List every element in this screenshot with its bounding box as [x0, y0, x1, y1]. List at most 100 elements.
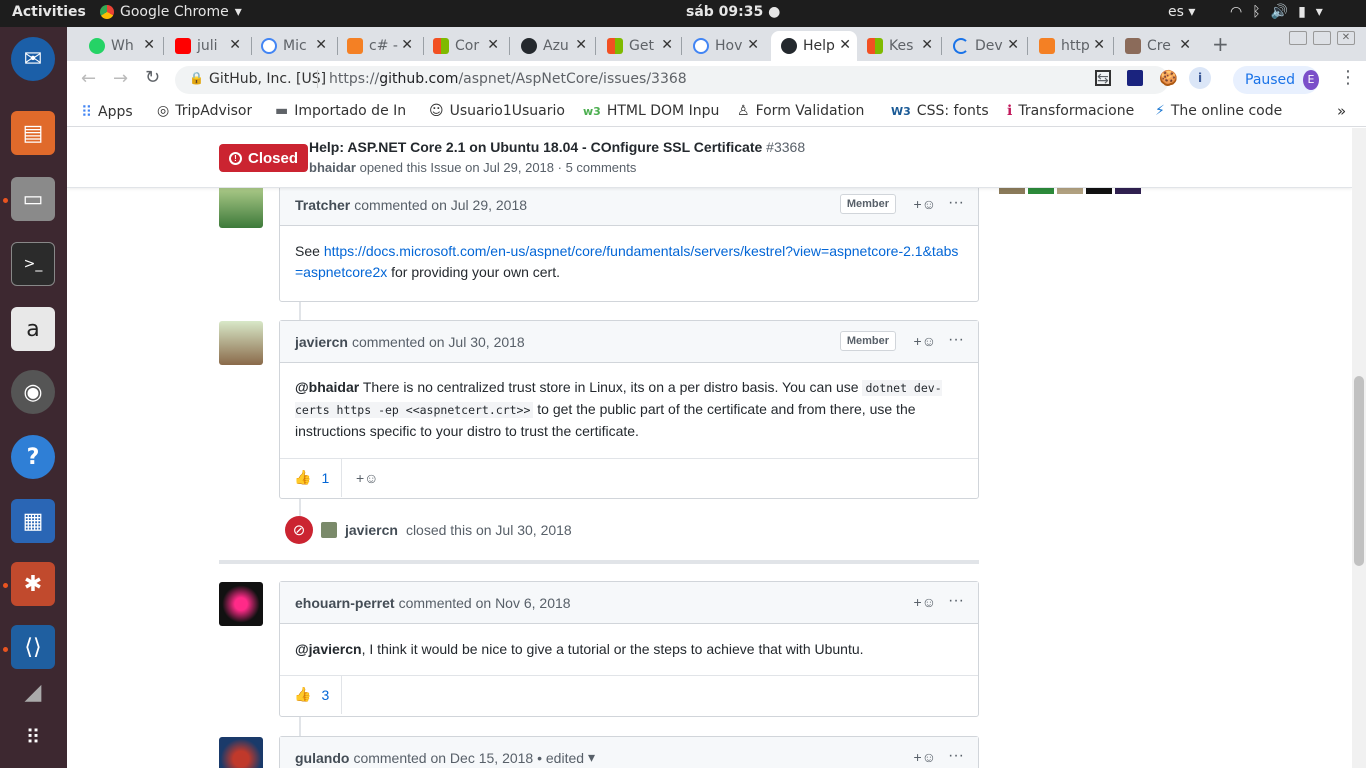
event-actor[interactable]: javiercn [345, 522, 398, 538]
address-bar[interactable]: 🔒 GitHub, Inc. [US] https://github.com/a… [175, 66, 1169, 94]
avatar[interactable] [219, 582, 263, 626]
close-tab-icon[interactable]: ✕ [575, 37, 587, 53]
files-icon[interactable]: ▭ [11, 177, 55, 221]
show-apps-icon[interactable]: ⠿ [11, 715, 55, 759]
close-tab-icon[interactable]: ✕ [921, 37, 933, 53]
bookmark-transformaciones[interactable]: ℹ Transformacione [1007, 103, 1139, 119]
bookmark-tripadvisor[interactable]: ◎ TripAdvisor [157, 103, 252, 119]
close-tab-icon[interactable]: ✕ [229, 37, 241, 53]
volume-icon: 🔊 [1270, 4, 1289, 20]
comment-author[interactable]: Tratcher [295, 197, 350, 213]
maximize-button[interactable] [1313, 31, 1331, 45]
add-reaction-icon[interactable]: +☺ [914, 749, 936, 765]
more-options-icon[interactable]: ··· [948, 331, 964, 349]
language-indicator[interactable]: es ▾ [1168, 4, 1195, 20]
settings-tools-icon[interactable]: ✱ [11, 562, 55, 606]
profile-button[interactable]: Paused E [1233, 66, 1319, 94]
close-tab-icon[interactable]: ✕ [143, 37, 155, 53]
terminal-icon[interactable]: >_ [11, 242, 55, 286]
close-tab-icon[interactable]: ✕ [1093, 37, 1105, 53]
scrollbar-thumb[interactable] [1354, 376, 1364, 566]
add-reaction-icon[interactable]: +☺ [342, 470, 378, 486]
cookie-icon[interactable]: 🍪 [1159, 69, 1178, 87]
tab[interactable]: c# - ✕ [337, 31, 419, 61]
tab[interactable]: Hov ✕ [683, 31, 765, 61]
close-tab-icon[interactable]: ✕ [1179, 37, 1191, 53]
menu-icon[interactable]: ⋮ [1339, 67, 1357, 88]
toolbar: ← → ↻ 🔒 GitHub, Inc. [US] https://github… [67, 61, 1366, 97]
impress-icon[interactable]: ▤ [11, 111, 55, 155]
mention[interactable]: @bhaidar [295, 379, 359, 395]
bookmark-form-validation[interactable]: ♙ Form Validation [737, 103, 877, 119]
thunderbird-icon[interactable]: ✉ [11, 37, 55, 81]
comment-author[interactable]: javiercn [295, 334, 348, 350]
close-tab-icon[interactable]: ✕ [487, 37, 499, 53]
avatar[interactable] [219, 737, 263, 768]
back-icon[interactable]: ← [81, 68, 96, 89]
clock[interactable]: sáb 09:35 ● [686, 4, 780, 20]
issue-author[interactable]: bhaidar [309, 160, 356, 175]
bookmark-html-dom[interactable]: w3 HTML DOM Inpu [583, 103, 721, 119]
rhythmbox-icon[interactable]: ◉ [11, 370, 55, 414]
add-reaction-icon[interactable]: +☺ [914, 196, 936, 212]
close-tab-icon[interactable]: ✕ [401, 37, 413, 53]
close-tab-icon[interactable]: ✕ [1007, 37, 1019, 53]
amazon-icon[interactable]: a [11, 307, 55, 351]
avatar[interactable] [219, 321, 263, 365]
trash-icon[interactable]: ◢ [11, 680, 55, 705]
comment-author[interactable]: ehouarn-perret [295, 595, 395, 611]
more-options-icon[interactable]: ··· [948, 747, 964, 765]
bookmark-folder[interactable]: ▬ Importado de In [275, 103, 413, 119]
close-window-button[interactable]: ✕ [1337, 31, 1355, 45]
close-tab-icon[interactable]: ✕ [747, 37, 759, 53]
reload-icon[interactable]: ↻ [145, 67, 160, 88]
add-reaction-icon[interactable]: +☺ [914, 333, 936, 349]
tab[interactable]: Cor ✕ [423, 31, 505, 61]
thumbs-up-reaction[interactable]: 👍 3 [280, 675, 342, 714]
bookmark-usuario[interactable]: ☺ Usuario1Usuario [429, 103, 569, 119]
tab[interactable]: Dev ✕ [943, 31, 1025, 61]
comment-body: @javiercn, I think it would be nice to g… [295, 641, 864, 657]
mention[interactable]: @javiercn [295, 641, 362, 657]
tab[interactable]: juli ✕ [165, 31, 247, 61]
url-text[interactable]: https://github.com/aspnet/AspNetCore/iss… [329, 71, 687, 87]
close-tab-icon[interactable]: ✕ [839, 37, 851, 53]
avatar[interactable] [219, 184, 263, 228]
forward-icon[interactable]: → [113, 68, 128, 89]
more-options-icon[interactable]: ··· [948, 194, 964, 212]
tab[interactable]: Mic ✕ [251, 31, 333, 61]
activities-button[interactable]: Activities [12, 4, 86, 20]
new-tab-button[interactable]: + [1212, 32, 1229, 56]
tab[interactable]: Azu ✕ [511, 31, 593, 61]
scrollbar[interactable] [1352, 128, 1366, 768]
more-options-icon[interactable]: ··· [948, 592, 964, 610]
extension-info-icon[interactable]: i [1189, 67, 1211, 89]
close-tab-icon[interactable]: ✕ [315, 37, 327, 53]
app-menu[interactable]: Google Chrome ▾ [100, 4, 242, 20]
system-tray[interactable]: ◠ ᛒ 🔊 ▮ ▾ [1230, 4, 1323, 20]
tab[interactable]: Wh ✕ [79, 31, 161, 61]
bookmark-css-fonts[interactable]: W3 CSS: fonts [891, 103, 989, 119]
tab[interactable]: Get ✕ [597, 31, 679, 61]
thumbs-up-reaction[interactable]: 👍 1 [280, 458, 342, 497]
extension-reader-icon[interactable] [1127, 70, 1143, 86]
writer-icon[interactable]: ▦ [11, 499, 55, 543]
comment-author[interactable]: gulando [295, 750, 349, 766]
close-tab-icon[interactable]: ✕ [661, 37, 673, 53]
tab-active[interactable]: Help ✕ [771, 31, 857, 61]
tab[interactable]: http ✕ [1029, 31, 1111, 61]
screenshot-icon[interactable] [1095, 70, 1111, 86]
bookmark-apps[interactable]: ⠿ Apps [81, 103, 133, 121]
tab[interactable]: Cre ✕ [1115, 31, 1197, 61]
vscode-icon[interactable]: ⟨⟩ [11, 625, 55, 669]
minimize-button[interactable] [1289, 31, 1307, 45]
help-icon[interactable]: ? [11, 435, 55, 479]
more-bookmarks-icon[interactable]: » [1337, 102, 1346, 120]
tab[interactable]: Kes ✕ [857, 31, 939, 61]
site-identity[interactable]: GitHub, Inc. [US] [209, 71, 326, 87]
chevron-down-icon[interactable]: ▾ [588, 749, 595, 766]
add-reaction-icon[interactable]: +☺ [914, 594, 936, 610]
bookmark-online-code[interactable]: ⚡ The online code [1155, 103, 1287, 119]
avatar[interactable] [321, 522, 337, 538]
status-badge: ! Closed [219, 144, 309, 172]
